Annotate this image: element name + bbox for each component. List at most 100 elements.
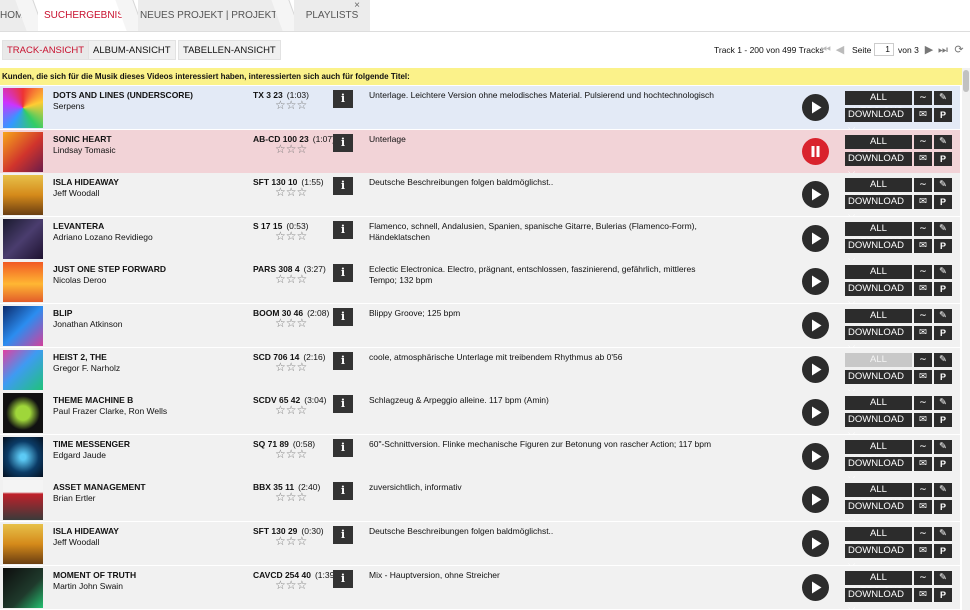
rating-stars[interactable]: ☆☆☆ bbox=[275, 229, 307, 243]
rating-stars[interactable]: ☆☆☆ bbox=[275, 98, 307, 112]
waveform-icon[interactable]: ∼ bbox=[914, 527, 932, 541]
all-versions-button[interactable]: ALL VERSIONS bbox=[845, 570, 912, 597]
download-button[interactable]: DOWNLOAD ⌵ bbox=[845, 413, 912, 439]
track-row[interactable]: ISLA HIDEAWAY Jeff Woodall SFT 130 29 (0:… bbox=[0, 522, 960, 570]
track-row[interactable]: THEME MACHINE B Paul Frazer Clarke, Ron … bbox=[0, 391, 960, 439]
track-artist[interactable]: Nicolas Deroo bbox=[53, 275, 106, 285]
edit-icon[interactable]: ✎ bbox=[934, 527, 952, 541]
edit-icon[interactable]: ✎ bbox=[934, 483, 952, 498]
playlist-add-button[interactable]: P bbox=[934, 369, 952, 384]
waveform-icon[interactable]: ∼ bbox=[914, 221, 932, 236]
track-title[interactable]: THEME MACHINE B bbox=[53, 395, 133, 405]
rating-stars[interactable]: ☆☆☆ bbox=[275, 403, 307, 417]
rating-stars[interactable]: ☆☆☆ bbox=[275, 272, 307, 286]
waveform-icon[interactable]: ∼ bbox=[914, 134, 932, 149]
track-title[interactable]: LEVANTERA bbox=[53, 221, 104, 231]
album-cover[interactable] bbox=[3, 567, 43, 608]
prev-page-icon[interactable]: ◀ bbox=[834, 42, 846, 58]
waveform-icon[interactable]: ∼ bbox=[914, 352, 932, 367]
email-icon[interactable]: ✉ bbox=[914, 544, 932, 558]
edit-icon[interactable]: ✎ bbox=[934, 178, 952, 193]
edit-icon[interactable]: ✎ bbox=[934, 221, 952, 236]
playlist-add-button[interactable]: P bbox=[934, 413, 952, 428]
all-versions-button[interactable]: ALL VERSIONS bbox=[845, 396, 912, 422]
track-row[interactable]: MOMENT OF TRUTH Martin John Swain CAVCD … bbox=[0, 565, 960, 610]
track-title[interactable]: DOTS AND LINES (Underscore) bbox=[53, 90, 193, 100]
download-button[interactable]: DOWNLOAD ⌵ bbox=[845, 151, 912, 178]
email-icon[interactable]: ✉ bbox=[914, 456, 932, 471]
playlist-add-button[interactable]: P bbox=[934, 195, 952, 210]
rating-stars[interactable]: ☆☆☆ bbox=[275, 316, 307, 330]
tab-playlists[interactable]: PLAYLISTS × bbox=[294, 0, 370, 31]
download-button[interactable]: DOWNLOAD ⌵ bbox=[845, 587, 912, 610]
track-view-button[interactable]: TRACK-ANSICHT bbox=[2, 40, 90, 60]
scrollbar[interactable] bbox=[962, 68, 970, 610]
download-button[interactable]: DOWNLOAD ⌵ bbox=[845, 369, 912, 396]
track-artist[interactable]: Lindsay Tomasic bbox=[53, 145, 116, 155]
edit-icon[interactable]: ✎ bbox=[934, 134, 952, 149]
album-cover[interactable] bbox=[3, 175, 43, 216]
rating-stars[interactable]: ☆☆☆ bbox=[275, 578, 307, 592]
playlist-add-button[interactable]: P bbox=[934, 326, 952, 340]
info-button[interactable]: i bbox=[333, 438, 353, 457]
playlist-add-button[interactable]: P bbox=[934, 238, 952, 253]
email-icon[interactable]: ✉ bbox=[914, 238, 932, 253]
info-button[interactable]: i bbox=[333, 569, 353, 588]
track-artist[interactable]: Jeff Woodall bbox=[53, 188, 99, 198]
info-button[interactable]: i bbox=[333, 264, 353, 283]
first-page-icon[interactable]: ⏮ bbox=[820, 42, 832, 58]
track-title[interactable]: HEIST 2, THE bbox=[53, 352, 107, 362]
email-icon[interactable]: ✉ bbox=[914, 326, 932, 340]
info-button[interactable]: i bbox=[333, 351, 353, 370]
playlist-add-button[interactable]: P bbox=[934, 587, 952, 602]
download-button[interactable]: DOWNLOAD ⌵ bbox=[845, 282, 912, 308]
play-button[interactable] bbox=[802, 94, 829, 121]
edit-icon[interactable]: ✎ bbox=[934, 396, 952, 411]
waveform-icon[interactable]: ∼ bbox=[914, 265, 932, 280]
rating-stars[interactable]: ☆☆☆ bbox=[275, 490, 307, 504]
download-button[interactable]: DOWNLOAD ⌵ bbox=[845, 456, 912, 483]
album-view-button[interactable]: ALBUM-ANSICHT bbox=[88, 40, 176, 60]
track-title[interactable]: TIME MESSENGER bbox=[53, 439, 130, 449]
edit-icon[interactable]: ✎ bbox=[934, 309, 952, 323]
tab-search-results[interactable]: SUCHERGEBNIS bbox=[38, 0, 145, 31]
download-button[interactable]: DOWNLOAD ⌵ bbox=[845, 108, 912, 134]
rating-stars[interactable]: ☆☆☆ bbox=[275, 534, 307, 548]
all-versions-button[interactable]: ALL VERSIONS bbox=[845, 134, 912, 161]
play-button[interactable] bbox=[802, 312, 829, 339]
info-button[interactable]: i bbox=[333, 220, 353, 239]
playlist-add-button[interactable]: P bbox=[934, 282, 952, 297]
waveform-icon[interactable]: ∼ bbox=[914, 309, 932, 323]
download-button[interactable]: DOWNLOAD ⌵ bbox=[845, 544, 912, 570]
playlist-add-button[interactable]: P bbox=[934, 544, 952, 558]
pause-button[interactable] bbox=[802, 137, 829, 165]
rating-stars[interactable]: ☆☆☆ bbox=[275, 360, 307, 374]
close-icon[interactable]: × bbox=[354, 0, 360, 21]
play-button[interactable] bbox=[802, 224, 829, 252]
info-button[interactable]: i bbox=[333, 526, 353, 544]
download-button[interactable]: DOWNLOAD ⌵ bbox=[845, 326, 912, 352]
info-button[interactable]: i bbox=[333, 482, 353, 501]
all-versions-button[interactable]: ALL VERSIONS bbox=[845, 178, 912, 204]
play-button[interactable] bbox=[802, 530, 829, 557]
email-icon[interactable]: ✉ bbox=[914, 500, 932, 515]
edit-icon[interactable]: ✎ bbox=[934, 570, 952, 585]
playlist-add-button[interactable]: P bbox=[934, 500, 952, 515]
refresh-icon[interactable]: ⟳ bbox=[953, 42, 965, 58]
track-title[interactable]: BLIP bbox=[53, 308, 72, 318]
email-icon[interactable]: ✉ bbox=[914, 108, 932, 122]
email-icon[interactable]: ✉ bbox=[914, 151, 932, 166]
all-versions-button[interactable]: ALL VERSIONS bbox=[845, 352, 912, 379]
waveform-icon[interactable]: ∼ bbox=[914, 570, 932, 585]
track-title[interactable]: MOMENT OF TRUTH bbox=[53, 570, 136, 580]
waveform-icon[interactable]: ∼ bbox=[914, 483, 932, 498]
info-button[interactable]: i bbox=[333, 395, 353, 414]
info-button[interactable]: i bbox=[333, 177, 353, 196]
track-row[interactable]: JUST ONE STEP FORWARD Nicolas Deroo PARS… bbox=[0, 260, 960, 308]
all-versions-button[interactable]: ALL VERSIONS bbox=[845, 439, 912, 466]
track-artist[interactable]: Serpens bbox=[53, 101, 85, 111]
last-page-icon[interactable]: ⏭ bbox=[937, 42, 949, 58]
info-button[interactable]: i bbox=[333, 308, 353, 326]
waveform-icon[interactable]: ∼ bbox=[914, 439, 932, 454]
album-cover[interactable] bbox=[3, 480, 43, 521]
